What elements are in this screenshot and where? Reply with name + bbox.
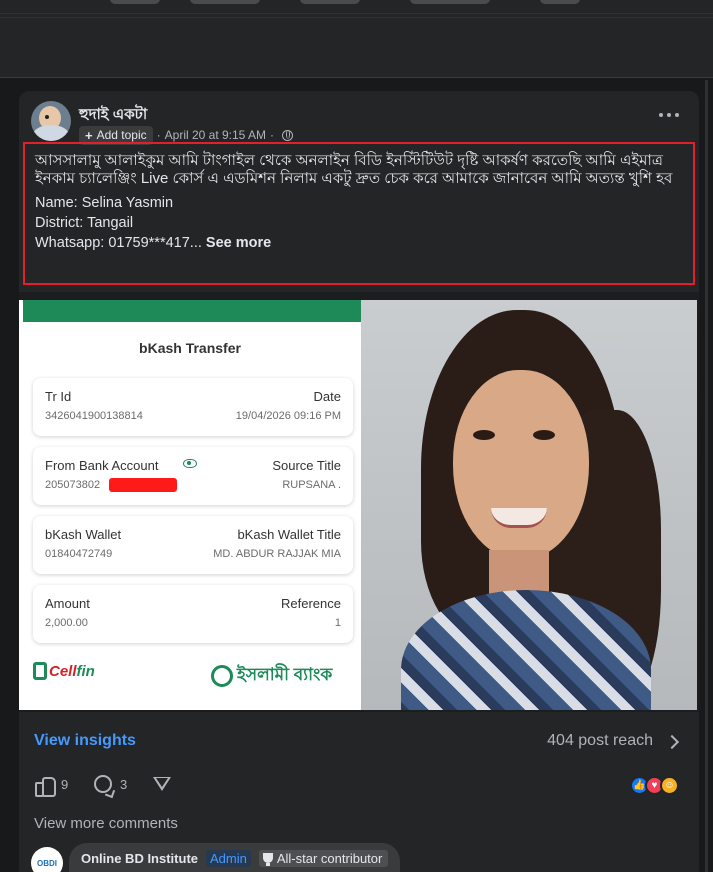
share-button[interactable]: [152, 775, 172, 793]
header-strip: [0, 0, 713, 14]
cellfin-logo: Cellfin: [33, 662, 95, 680]
redaction-mark: [109, 478, 177, 492]
meta-separator: ·: [156, 128, 161, 142]
comment-button[interactable]: 3: [94, 775, 127, 793]
receipt-label: bKash Wallet: [45, 527, 122, 542]
cellfin-logo-text-b: fin: [76, 662, 95, 680]
post-text-bangla: আসসালামু আলাইকুম আমি টাংগাইল থেকে অনলাইন…: [35, 152, 673, 187]
receipt-row: Amount 2,000.00 Reference 1: [33, 585, 353, 643]
receipt-label: Reference: [281, 596, 341, 611]
comment-icon: [94, 775, 112, 793]
see-more-link[interactable]: See more: [206, 235, 271, 251]
post-card: হুদাই একটা + Add topic · April 20 at 9:1…: [19, 91, 699, 872]
header-divider: [0, 17, 713, 18]
portrait-photo: [361, 300, 697, 710]
receipt-header-bar: [23, 300, 361, 322]
author-avatar[interactable]: [31, 101, 71, 141]
scrollbar[interactable]: [705, 80, 708, 872]
view-insights-link[interactable]: View insights: [34, 732, 136, 750]
cellfin-logo-text-a: Cell: [49, 662, 77, 680]
post-reach: 404 post reach: [547, 732, 653, 749]
chevron-right-icon[interactable]: [664, 734, 680, 750]
share-icon: [152, 775, 172, 793]
like-icon: [35, 775, 56, 797]
commenter-avatar-text: OBDI: [37, 858, 57, 868]
receipt-row: From Bank Account 205073802 Source Title…: [33, 447, 353, 505]
care-reaction-icon: ☺: [660, 776, 679, 795]
receipt-label: Source Title: [272, 458, 341, 473]
receipt-value: 205073802: [45, 479, 101, 491]
more-options-icon[interactable]: [659, 113, 679, 119]
action-bar: 9 3 👍 ♥ ☺: [19, 771, 699, 801]
like-count: 9: [61, 776, 69, 792]
add-topic-label: Add topic: [96, 128, 147, 142]
receipt-value: 2,000.00: [45, 617, 88, 629]
receipt-row: bKash Wallet 01840472749 bKash Wallet Ti…: [33, 516, 353, 574]
contributor-badge: All-star contributor: [258, 849, 389, 867]
reaction-summary[interactable]: 👍 ♥ ☺: [630, 776, 690, 796]
plus-icon: +: [85, 127, 93, 143]
post-text-whatsapp: Whatsapp: 01759***417... See more: [35, 233, 683, 253]
admin-badge: Admin: [206, 849, 251, 867]
insights-row[interactable]: View insights 404 post reach: [19, 721, 699, 761]
meta-separator-2: ·: [270, 128, 275, 142]
post-text-name: Name: Selina Yasmin: [35, 195, 174, 211]
globe-icon[interactable]: [282, 129, 294, 141]
receipt-label: bKash Wallet Title: [237, 527, 341, 542]
cellfin-mark-icon: [33, 662, 47, 680]
eye-icon: [183, 459, 197, 468]
receipt-label: Date: [313, 389, 341, 404]
contributor-badge-label: All-star contributor: [276, 850, 383, 866]
view-more-comments-link[interactable]: View more comments: [34, 815, 178, 832]
receipt-value: 3426041900138814: [45, 410, 143, 422]
post-image[interactable]: bKash Transfer Tr Id 3426041900138814 Da…: [19, 292, 699, 712]
post-date[interactable]: April 20 at 9:15 AM: [165, 128, 266, 142]
commenter-avatar[interactable]: OBDI: [31, 847, 63, 872]
top-header: [0, 0, 713, 78]
bkash-receipt-image: bKash Transfer Tr Id 3426041900138814 Da…: [19, 300, 361, 710]
receipt-label: Amount: [45, 596, 90, 611]
islami-bank-mark-icon: [211, 665, 233, 687]
post-text-district: District: Tangail: [35, 215, 134, 231]
receipt-value: RUPSANA .: [282, 479, 341, 491]
commenter-name[interactable]: Online BD Institute: [81, 851, 198, 866]
like-button[interactable]: 9: [35, 775, 69, 797]
post-text: আসসালামু আলাইকুম আমি টাংগাইল থেকে অনলাইন…: [23, 142, 695, 285]
receipt-value: MD. ABDUR RAJJAK MIA: [213, 548, 341, 560]
receipt-title: bKash Transfer: [139, 340, 241, 356]
receipt-label: From Bank Account: [45, 458, 159, 473]
trophy-icon: [262, 853, 273, 866]
islami-bank-logo: ইসলামী ব্যাংক: [211, 662, 332, 690]
receipt-row: Tr Id 3426041900138814 Date 19/04/2026 0…: [33, 378, 353, 436]
receipt-value: 01840472749: [45, 548, 113, 560]
comment-count: 3: [120, 776, 128, 792]
receipt-value: 1: [334, 617, 341, 629]
receipt-label: Tr Id: [45, 389, 72, 404]
islami-bank-logo-text: ইসলামী ব্যাংক: [237, 665, 333, 684]
comment-bubble: Online BD Institute Admin All-star contr…: [69, 843, 401, 872]
whatsapp-line: Whatsapp: 01759***417...: [35, 235, 202, 251]
receipt-value: 19/04/2026 09:16 PM: [235, 410, 341, 422]
comment-item: OBDI Online BD Institute Admin All-star …: [31, 843, 701, 872]
